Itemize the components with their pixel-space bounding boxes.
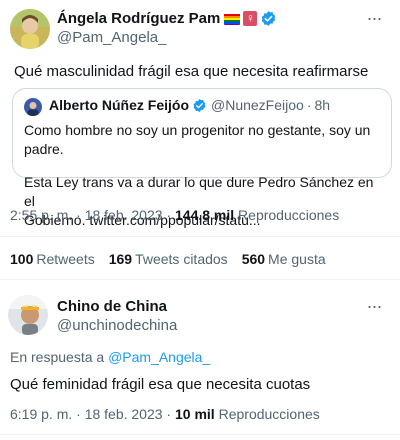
views-label: Reproducciones (218, 406, 320, 422)
tweet-original: Ángela Rodríguez Pam ♀ @Pam_Angela_ ··· … (0, 0, 400, 240)
views-count: 144,8 mil (175, 207, 235, 223)
retweets-stat[interactable]: 100 Retweets (10, 251, 95, 267)
tweet-timestamp[interactable]: 2:55 p. m. · 18 feb. 2023 · (10, 207, 171, 223)
avatar-image (10, 9, 50, 49)
quoted-display-name: Alberto Núñez Feijóo (49, 97, 189, 113)
tweet-meta: 2:55 p. m. · 18 feb. 2023 · 144,8 mil Re… (10, 207, 339, 223)
rainbow-flag-icon (224, 13, 241, 25)
tweet-text: Qué masculinidad frágil esa que necesita… (14, 63, 369, 80)
avatar-image (8, 295, 48, 335)
reply-to-handle-link[interactable]: @Pam_Angela_ (108, 349, 210, 365)
separator-dot: · (306, 97, 312, 113)
tweet-reply: Chino de China @unchinodechina ··· En re… (0, 280, 400, 440)
reply-prefix: En respuesta a (10, 349, 105, 365)
divider (0, 236, 400, 237)
quotes-count: 169 (108, 251, 133, 267)
author-handle[interactable]: @unchinodechina (57, 317, 177, 334)
author-name-row: Chino de China (57, 298, 167, 315)
avatar[interactable] (8, 295, 48, 335)
likes-count: 560 (241, 251, 266, 267)
tweet-meta: 6:19 p. m. · 18 feb. 2023 · 10 mil Repro… (10, 406, 320, 422)
more-options-button[interactable]: ··· (364, 297, 384, 320)
author-display-name[interactable]: Chino de China (57, 298, 167, 315)
views-label: Reproducciones (238, 207, 340, 223)
verified-badge-icon (192, 98, 207, 113)
tweet-text: Qué feminidad frágil esa que necesita cu… (10, 376, 311, 393)
likes-label: Me gusta (268, 251, 326, 267)
views-count: 10 mil (175, 406, 215, 422)
avatar[interactable] (10, 9, 50, 49)
verified-badge-icon (260, 10, 277, 27)
quoted-text-line: Esta Ley trans va a durar lo que dure Pe… (24, 174, 374, 209)
quoted-tweet-card[interactable]: Alberto Núñez Feijóo @NunezFeijoo · 8h C… (12, 88, 392, 228)
author-name-row: Ángela Rodríguez Pam ♀ (57, 10, 277, 27)
author-display-name[interactable]: Ángela Rodríguez Pam (57, 10, 220, 27)
engagement-stats: 100 Retweets 169 Tweets citados 560 Me gust… (10, 251, 340, 267)
divider (0, 434, 400, 435)
quoted-handle: @NunezFeijoo (211, 97, 304, 113)
tweet-timestamp[interactable]: 6:19 p. m. · 18 feb. 2023 · (10, 406, 171, 422)
author-handle[interactable]: @Pam_Angela_ (57, 29, 166, 46)
retweets-count: 100 (10, 251, 34, 267)
retweets-label: Retweets (36, 251, 95, 267)
quoted-author-row: Alberto Núñez Feijóo @NunezFeijoo · 8h (49, 97, 330, 113)
more-options-button[interactable]: ··· (364, 9, 384, 32)
quotes-stat[interactable]: 169 Tweets citados (109, 251, 228, 267)
quotes-label: Tweets citados (135, 251, 228, 267)
venus-symbol-icon: ♀ (243, 11, 258, 26)
reply-context: En respuesta a @Pam_Angela_ (10, 349, 210, 365)
quoted-time: 8h (314, 97, 331, 113)
quoted-avatar (24, 98, 42, 116)
quoted-text-line: Como hombre no soy un progenitor no gest… (24, 122, 371, 157)
likes-stat[interactable]: 560 Me gusta (242, 251, 326, 267)
